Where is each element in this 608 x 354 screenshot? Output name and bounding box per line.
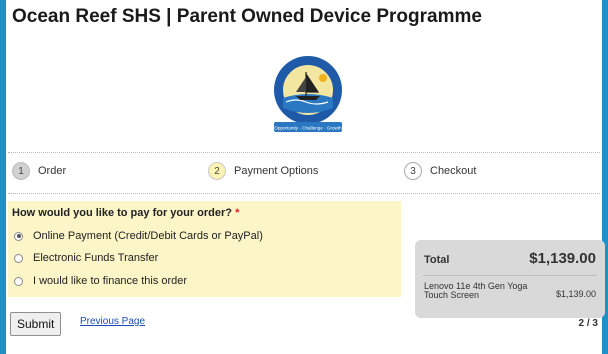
required-marker: * <box>235 207 240 219</box>
option-label: Online Payment (Credit/Debit Cards or Pa… <box>33 230 263 242</box>
question-text: How would you like to pay for your order… <box>12 207 233 219</box>
logo-motto: Opportunity · Challenge · Growth <box>274 126 342 131</box>
option-label: I would like to finance this order <box>33 275 188 287</box>
divider-top <box>8 152 600 153</box>
step-checkout: 3 Checkout <box>404 162 476 180</box>
option-label: Electronic Funds Transfer <box>33 252 159 264</box>
option-finance-order[interactable]: I would like to finance this order <box>14 275 187 287</box>
step-payment-options: 2 Payment Options <box>208 162 318 180</box>
step-number: 1 <box>12 162 30 180</box>
progress-steps: 1 Order 2 Payment Options 3 Checkout <box>12 162 602 184</box>
summary-item-price: $1,139.00 <box>555 289 596 299</box>
school-logo: Opportunity · Challenge · Growth <box>274 56 342 132</box>
radio-electronic-funds-transfer[interactable] <box>14 253 23 263</box>
step-number: 2 <box>208 162 226 180</box>
page-indicator: 2 / 3 <box>578 318 598 329</box>
submit-button[interactable]: Submit <box>10 312 62 336</box>
payment-question: How would you like to pay for your order… <box>12 207 239 219</box>
step-label: Checkout <box>430 165 477 177</box>
step-label: Order <box>38 165 67 177</box>
total-label: Total <box>424 254 450 266</box>
payment-question-box: How would you like to pay for your order… <box>8 201 401 297</box>
step-label: Payment Options <box>234 165 319 177</box>
option-online-payment[interactable]: Online Payment (Credit/Debit Cards or Pa… <box>14 230 263 242</box>
page-title: Ocean Reef SHS | Parent Owned Device Pro… <box>12 6 482 27</box>
radio-finance-order[interactable] <box>14 276 23 286</box>
summary-divider <box>423 275 597 276</box>
step-order: 1 Order <box>12 162 66 180</box>
option-electronic-funds-transfer[interactable]: Electronic Funds Transfer <box>14 252 158 264</box>
previous-page-link[interactable]: Previous Page <box>80 316 145 327</box>
radio-online-payment[interactable] <box>14 231 23 241</box>
order-summary: Total $1,139.00 Lenovo 11e 4th Gen Yoga … <box>415 240 605 318</box>
summary-item-name: Lenovo 11e 4th Gen Yoga Touch Screen <box>424 281 528 300</box>
total-amount: $1,139.00 <box>529 250 596 267</box>
divider-bottom <box>8 193 600 194</box>
step-number: 3 <box>404 162 422 180</box>
